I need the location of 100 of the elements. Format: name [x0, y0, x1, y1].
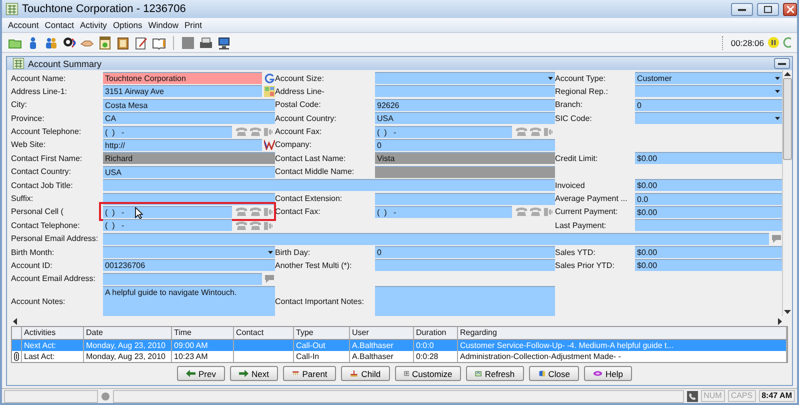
book-icon[interactable]: [152, 36, 166, 50]
action-button[interactable]: Next: [230, 366, 278, 381]
monitor-icon[interactable]: [217, 36, 231, 50]
speaker-icon[interactable]: [264, 207, 273, 216]
text-field[interactable]: Costa Mesa: [103, 98, 275, 111]
text-field[interactable]: 0: [375, 246, 555, 258]
notepad-icon[interactable]: [134, 36, 148, 50]
speaker-icon[interactable]: [264, 127, 273, 136]
column-header[interactable]: Date: [84, 327, 172, 339]
phone-icon[interactable]: [516, 207, 527, 216]
map-icon[interactable]: [264, 86, 275, 97]
dropdown-field[interactable]: Customer: [635, 72, 782, 84]
menu-item[interactable]: Account: [8, 20, 39, 30]
text-field[interactable]: ( ) -: [103, 206, 232, 218]
phone-icon[interactable]: [236, 127, 247, 136]
text-field[interactable]: [375, 166, 555, 178]
text-field[interactable]: USA: [103, 166, 275, 178]
notes-field[interactable]: A helpful guide to navigate Wintouch.: [103, 286, 275, 316]
activity-row[interactable]: Last Act: Monday, Aug 23, 2010 10:23 AM Call-In A.Balthaser 0:0:28 Administration-Collection-Adjustment Made- -: [12, 351, 787, 362]
text-field[interactable]: $0.00: [635, 259, 782, 272]
menu-item[interactable]: Print: [184, 20, 202, 30]
maximize-button[interactable]: [757, 2, 779, 16]
text-field[interactable]: [103, 232, 769, 245]
text-field[interactable]: [103, 272, 262, 285]
speaker-icon[interactable]: [544, 127, 553, 136]
action-button[interactable]: Customize: [394, 366, 462, 381]
square-icon[interactable]: [181, 36, 195, 50]
phone-icon[interactable]: [250, 220, 261, 230]
menu-item[interactable]: Activity: [80, 20, 107, 30]
phone-icon[interactable]: [516, 127, 527, 136]
column-header[interactable]: Activities: [22, 327, 84, 339]
text-field[interactable]: $0.00: [635, 246, 782, 258]
action-button[interactable]: Parent: [283, 366, 336, 381]
scroll-up-icon[interactable]: [784, 72, 791, 76]
scroll-left-icon[interactable]: [13, 318, 17, 324]
column-header[interactable]: User: [350, 327, 414, 339]
action-button[interactable]: Help: [584, 366, 632, 381]
text-field[interactable]: [103, 179, 555, 192]
phone-icon[interactable]: [236, 207, 247, 216]
dropdown-field[interactable]: [635, 112, 782, 124]
speaker-icon[interactable]: [264, 220, 273, 230]
speaker-icon[interactable]: [544, 207, 553, 216]
column-header[interactable]: Type: [294, 327, 350, 339]
menu-item[interactable]: Contact: [44, 20, 74, 30]
dropdown-field[interactable]: [635, 85, 782, 98]
action-button[interactable]: Prev: [177, 366, 225, 381]
text-field[interactable]: ( ) -: [103, 126, 232, 138]
column-header[interactable]: Contact: [234, 327, 294, 339]
text-field[interactable]: [375, 85, 555, 98]
action-button[interactable]: Child: [341, 366, 390, 381]
phone-icon[interactable]: [530, 127, 541, 136]
dropdown-field[interactable]: [375, 72, 555, 84]
text-field[interactable]: 3151 Airway Ave: [103, 85, 262, 98]
web-icon[interactable]: [264, 139, 275, 150]
text-field[interactable]: 0.0: [635, 192, 782, 205]
menu-item[interactable]: Window: [148, 20, 178, 30]
text-field[interactable]: [375, 192, 555, 205]
text-field[interactable]: $0.00: [635, 206, 782, 218]
search-g-icon[interactable]: [264, 72, 275, 84]
column-header[interactable]: Time: [172, 327, 234, 339]
action-button[interactable]: Close: [528, 366, 580, 381]
text-field[interactable]: $0.00: [635, 179, 782, 192]
text-field[interactable]: CA: [103, 112, 275, 124]
text-field[interactable]: Touchtone Corporation: [103, 72, 262, 84]
text-field[interactable]: Richard: [103, 152, 275, 164]
text-field[interactable]: Vista: [375, 152, 555, 164]
text-field[interactable]: http://: [103, 138, 262, 151]
text-field[interactable]: [375, 259, 555, 272]
scroll-down-icon[interactable]: [784, 310, 791, 314]
vertical-scrollbar[interactable]: [782, 70, 792, 316]
text-field[interactable]: USA: [375, 112, 555, 124]
text-field[interactable]: 0: [635, 98, 782, 111]
text-field[interactable]: ( ) -: [103, 219, 232, 232]
text-field[interactable]: 001236706: [103, 259, 275, 272]
text-field[interactable]: ( ) -: [375, 126, 512, 138]
email-icon[interactable]: [264, 274, 275, 284]
minimize-button[interactable]: [731, 2, 753, 16]
text-field[interactable]: $0.00: [635, 152, 782, 164]
pause-icon[interactable]: [768, 37, 779, 48]
column-header[interactable]: Duration: [414, 327, 458, 339]
scroll-right-icon[interactable]: [778, 318, 782, 324]
text-field[interactable]: ( ) -: [375, 206, 512, 218]
text-field[interactable]: [635, 219, 782, 232]
printer-icon[interactable]: [199, 36, 213, 50]
text-field[interactable]: 92626: [375, 98, 555, 111]
email-icon[interactable]: [771, 234, 782, 244]
close-button[interactable]: [783, 2, 797, 16]
action-button[interactable]: Refresh: [466, 366, 524, 381]
clipboard-icon[interactable]: [116, 36, 130, 50]
people-icon[interactable]: [44, 36, 58, 50]
text-field[interactable]: 0: [375, 138, 555, 151]
notes-field[interactable]: [375, 286, 555, 316]
minimize-button[interactable]: [774, 58, 790, 69]
calendar-icon[interactable]: [98, 36, 112, 50]
menu-item[interactable]: Options: [112, 20, 142, 30]
dropdown-field[interactable]: [103, 246, 275, 258]
phone-icon[interactable]: [236, 220, 247, 230]
column-header[interactable]: Regarding: [458, 327, 787, 339]
phone-icon[interactable]: [530, 207, 541, 216]
phone-icon[interactable]: [250, 207, 261, 216]
